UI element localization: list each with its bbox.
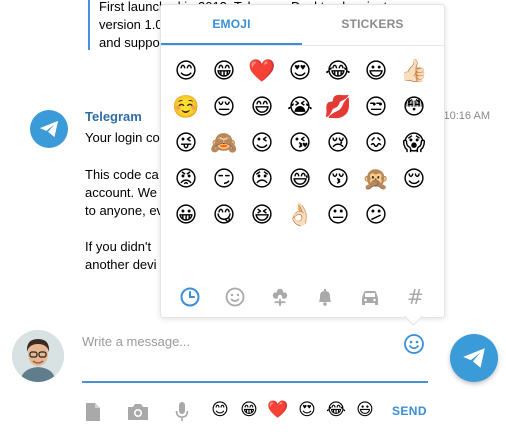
emoji-item[interactable]: 😖: [357, 125, 395, 161]
emoji-item[interactable]: 😡: [167, 161, 205, 197]
previous-message-line: and suppo: [99, 35, 160, 50]
emoji-item[interactable]: 👌🏻: [281, 197, 319, 233]
tab-stickers[interactable]: STICKERS: [302, 5, 443, 43]
smiley-icon: [225, 287, 245, 307]
emoji-item[interactable]: 😀: [167, 197, 205, 233]
message-input[interactable]: [82, 330, 382, 352]
emoji-item[interactable]: 😃: [357, 53, 395, 89]
emoji-item[interactable]: 😁: [205, 53, 243, 89]
telegram-avatar[interactable]: [30, 110, 68, 148]
emoji-item[interactable]: 😄: [243, 89, 281, 125]
previous-message-line: version 1.0: [99, 17, 163, 32]
emoji-item[interactable]: 😭: [281, 89, 319, 125]
message-input-underline: [82, 381, 428, 383]
category-nature[interactable]: [265, 282, 295, 312]
message-time: 10:16 AM: [443, 110, 490, 122]
category-symbols[interactable]: #: [400, 282, 430, 312]
category-recent[interactable]: [175, 282, 205, 312]
emoji-item[interactable]: 😐: [319, 197, 357, 233]
emoji-item[interactable]: 😘: [281, 125, 319, 161]
emoji-item[interactable]: 😌: [395, 161, 433, 197]
emoji-item[interactable]: 😞: [243, 161, 281, 197]
emoji-item[interactable]: 😍: [281, 53, 319, 89]
paper-plane-icon: [463, 348, 485, 368]
message-line: This code ca: [85, 167, 159, 182]
emoji-item[interactable]: 👍🏻: [395, 53, 433, 89]
recent-emoji[interactable]: ❤️: [266, 400, 290, 420]
bell-icon: [319, 289, 332, 306]
message-line: account. We: [85, 185, 158, 200]
paper-plane-icon: [39, 120, 59, 138]
recent-emoji[interactable]: 😍: [295, 400, 319, 420]
category-travel[interactable]: [355, 282, 385, 312]
flower-icon: [272, 288, 288, 306]
emoji-category-bar: #: [161, 279, 444, 315]
emoji-grid: 😊 😁 ❤️ 😍 😂 😃 👍🏻 ☺️ 😔 😄 😭 💋 😒 😳 😜 🙈 😉 😘 😢 😖 😱 😡 😏 😞 😅 😚 🙊 😌 😀 😋 😆 👌🏻 😐 😕: [167, 53, 439, 233]
tab-emoji[interactable]: EMOJI: [161, 5, 302, 45]
emoji-item[interactable]: 😢: [319, 125, 357, 161]
emoji-item[interactable]: 😅: [281, 161, 319, 197]
emoji-item[interactable]: 😳: [395, 89, 433, 125]
emoji-item[interactable]: 😚: [319, 161, 357, 197]
emoji-item[interactable]: 😱: [395, 125, 433, 161]
emoji-item[interactable]: 😊: [167, 53, 205, 89]
emoji-item[interactable]: 😜: [167, 125, 205, 161]
emoji-item[interactable]: 😉: [243, 125, 281, 161]
emoji-panel: EMOJI STICKERS 😊 😁 ❤️ 😍 😂 😃 👍🏻 ☺️ 😔 😄 😭 💋 😒 😳 😜 🙈 😉 😘 😢 😖 😱 😡…: [160, 4, 445, 318]
attach-photo-button[interactable]: [126, 398, 150, 426]
recent-emoji[interactable]: 😊: [208, 400, 232, 420]
emoji-toggle-button[interactable]: [403, 333, 425, 355]
clock-icon: [180, 287, 200, 307]
message-line: If you didn't: [85, 239, 152, 254]
emoji-item[interactable]: 😕: [357, 197, 395, 233]
emoji-item[interactable]: 😂: [319, 53, 357, 89]
attach-file-button[interactable]: [82, 398, 104, 426]
emoji-item[interactable]: ❤️: [243, 53, 281, 89]
voice-record-button[interactable]: [172, 398, 192, 426]
recent-emoji[interactable]: 😃: [353, 400, 377, 420]
avatar[interactable]: [12, 330, 64, 382]
recent-emoji[interactable]: 😂: [324, 400, 348, 420]
microphone-icon: [175, 402, 189, 421]
car-icon: [362, 291, 379, 305]
emoji-panel-tabs: EMOJI STICKERS: [161, 5, 444, 46]
emoji-item[interactable]: 😆: [243, 197, 281, 233]
emoji-item[interactable]: 😒: [357, 89, 395, 125]
emoji-item[interactable]: 🙊: [357, 161, 395, 197]
message-line: Your login co: [85, 130, 160, 145]
smiley-icon: [404, 334, 424, 354]
user-photo: [12, 330, 64, 382]
composer-toolbar: 😊 😁 ❤️ 😍 😂 😃 SEND: [0, 398, 506, 428]
emoji-item[interactable]: 💋: [319, 89, 357, 125]
recent-emoji[interactable]: 😁: [237, 400, 261, 420]
sender-name[interactable]: Telegram: [85, 109, 142, 124]
document-icon: [86, 403, 100, 421]
emoji-item[interactable]: ☺️: [167, 89, 205, 125]
hash-icon: #: [406, 285, 424, 309]
camera-icon: [128, 404, 148, 420]
emoji-item[interactable]: 🙈: [205, 125, 243, 161]
category-people[interactable]: [220, 282, 250, 312]
send-fab-button[interactable]: [450, 334, 498, 382]
quote-bar: [88, 0, 90, 50]
emoji-item[interactable]: 😋: [205, 197, 243, 233]
message-line: to anyone, ev: [85, 203, 164, 218]
emoji-item[interactable]: 😏: [205, 161, 243, 197]
message-line: another devi: [85, 257, 157, 272]
category-objects[interactable]: [310, 282, 340, 312]
emoji-item[interactable]: 😔: [205, 89, 243, 125]
send-button[interactable]: SEND: [392, 404, 427, 418]
